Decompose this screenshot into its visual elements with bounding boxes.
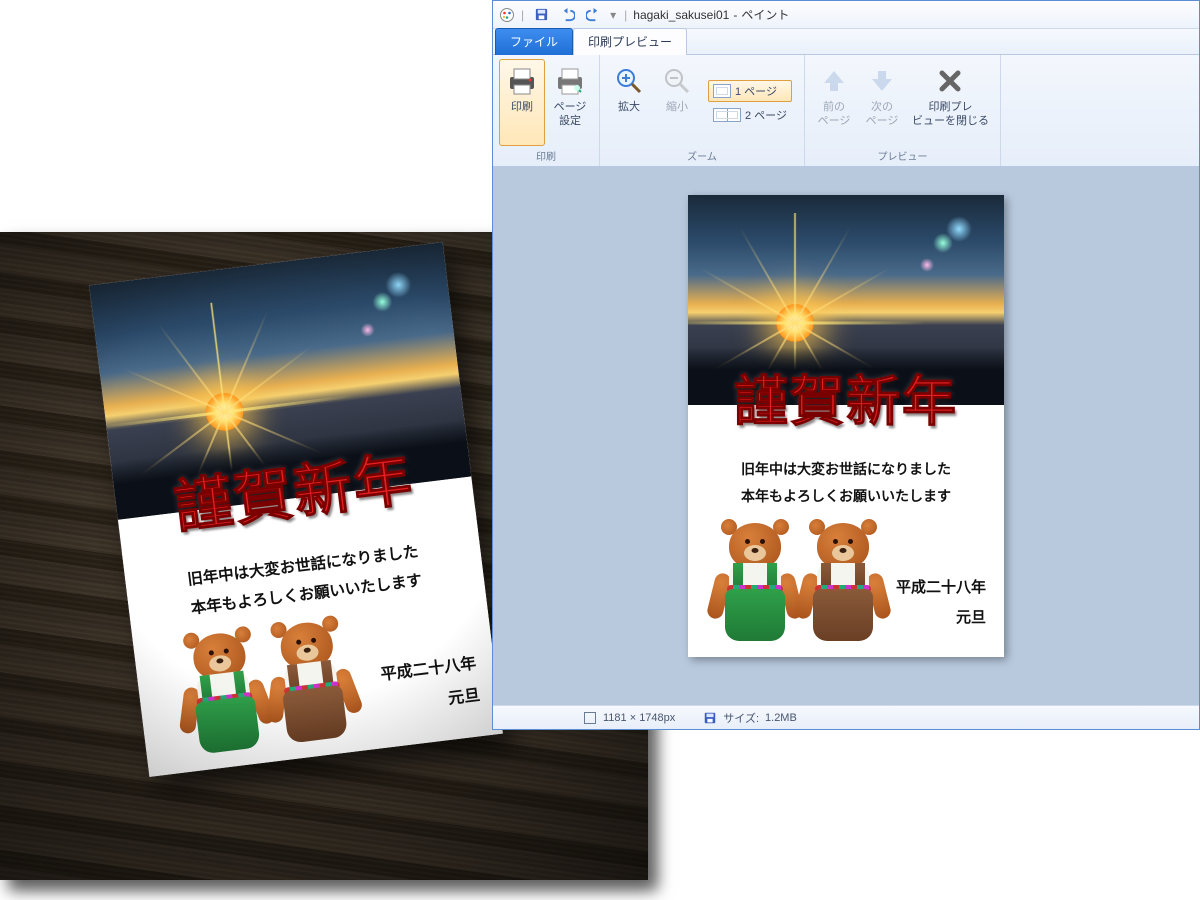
window-title-app: ペイント bbox=[741, 6, 789, 23]
zoom-in-button[interactable]: 拡大 bbox=[606, 59, 652, 146]
save-icon bbox=[534, 7, 549, 22]
close-preview-label-1: 印刷プレ bbox=[928, 101, 972, 115]
tab-file[interactable]: ファイル bbox=[495, 28, 573, 55]
undo-icon bbox=[560, 7, 575, 22]
next-page-label-1: 次の bbox=[871, 101, 893, 115]
close-preview-button[interactable]: 印刷プレ ビューを閉じる bbox=[907, 59, 994, 146]
printer-settings-icon bbox=[552, 63, 588, 99]
zoom-in-label: 拡大 bbox=[618, 101, 640, 115]
arrow-up-icon bbox=[816, 63, 852, 99]
title-bar: | ▾ | hagaki_sakusei01 - ペイント bbox=[493, 1, 1199, 29]
dimensions-icon bbox=[583, 711, 597, 725]
ribbon: 印刷 ページ 設定 印刷 拡大 bbox=[493, 55, 1199, 167]
one-page-icon bbox=[713, 84, 731, 98]
page-setup-label-2: 設定 bbox=[559, 115, 581, 129]
prev-page-label-2: ページ bbox=[818, 115, 851, 129]
qat-save-button[interactable] bbox=[530, 4, 552, 26]
one-page-option[interactable]: 1 ページ bbox=[708, 80, 792, 102]
ribbon-group-print-label: 印刷 bbox=[499, 146, 593, 166]
next-page-button[interactable]: 次の ページ bbox=[859, 59, 905, 146]
tab-print-preview[interactable]: 印刷プレビュー bbox=[573, 28, 687, 55]
status-bar: 1181 × 1748px サイズ: 1.2MB bbox=[493, 705, 1199, 729]
next-page-label-2: ページ bbox=[866, 115, 899, 129]
app-icon bbox=[499, 7, 515, 23]
window-title-sep: - bbox=[733, 8, 737, 22]
postcard-message: 旧年中は大変お世話になりました 本年もよろしくお願いいたします bbox=[688, 436, 1004, 523]
prev-page-label-1: 前の bbox=[823, 101, 845, 115]
zoom-out-button[interactable]: 縮小 bbox=[654, 59, 700, 146]
status-dimensions: 1181 × 1748px bbox=[583, 711, 675, 725]
postcard-headline: 謹賀新年 bbox=[688, 357, 1004, 436]
page-setup-button[interactable]: ページ 設定 bbox=[547, 59, 593, 146]
status-size-value: 1.2MB bbox=[765, 712, 797, 724]
separator: | bbox=[521, 8, 524, 22]
printer-icon bbox=[504, 63, 540, 99]
status-size-label: サイズ: bbox=[723, 710, 759, 726]
preview-page: 謹賀新年 旧年中は大変お世話になりました 本年もよろしくお願いいたします bbox=[688, 195, 1004, 657]
qat-more-icon[interactable]: ▾ bbox=[610, 8, 616, 22]
prev-page-button[interactable]: 前の ページ bbox=[811, 59, 857, 146]
print-button-label: 印刷 bbox=[511, 101, 533, 115]
ribbon-group-preview: 前の ページ 次の ページ 印刷プレ ビューを閉じる bbox=[805, 55, 1001, 166]
tab-strip: ファイル 印刷プレビュー bbox=[493, 29, 1199, 55]
ribbon-group-print: 印刷 ページ 設定 印刷 bbox=[493, 55, 600, 166]
postcard-body-line2: 本年もよろしくお願いいたします bbox=[702, 485, 990, 512]
qat-undo-button[interactable] bbox=[556, 4, 578, 26]
page-count-options: 1 ページ 2 ページ bbox=[702, 59, 798, 146]
zoom-out-icon bbox=[659, 63, 695, 99]
ribbon-group-zoom: 拡大 縮小 1 ページ 2 ページ bbox=[600, 55, 805, 166]
printed-postcard: 謹賀新年 旧年中は大変お世話になりました 本年もよろしくお願いいたします bbox=[89, 242, 503, 777]
separator: | bbox=[624, 8, 627, 22]
preview-canvas[interactable]: 謹賀新年 旧年中は大変お世話になりました 本年もよろしくお願いいたします bbox=[493, 167, 1199, 705]
qat-redo-button[interactable] bbox=[582, 4, 604, 26]
postcard-date: 平成二十八年 元旦 bbox=[379, 648, 487, 734]
postcard-date-year: 平成二十八年 bbox=[896, 573, 986, 603]
two-page-icon bbox=[713, 108, 741, 122]
postcard-body-line1: 旧年中は大変お世話になりました bbox=[702, 458, 990, 485]
status-filesize: サイズ: 1.2MB bbox=[703, 710, 797, 726]
postcard-bears-image bbox=[147, 614, 388, 761]
close-icon bbox=[932, 63, 968, 99]
postcard-bears-image bbox=[702, 523, 896, 643]
zoom-out-label: 縮小 bbox=[666, 101, 688, 115]
window-title-doc: hagaki_sakusei01 bbox=[633, 8, 729, 22]
redo-icon bbox=[586, 7, 601, 22]
close-preview-label-2: ビューを閉じる bbox=[912, 115, 989, 129]
postcard-date-day: 元旦 bbox=[896, 603, 986, 633]
two-page-option[interactable]: 2 ページ bbox=[708, 104, 792, 126]
status-dimensions-value: 1181 × 1748px bbox=[603, 712, 675, 724]
page-setup-label-1: ページ bbox=[554, 101, 587, 115]
print-button[interactable]: 印刷 bbox=[499, 59, 545, 146]
disk-icon bbox=[703, 711, 717, 725]
paint-window: | ▾ | hagaki_sakusei01 - ペイント ファイル 印刷プレビ… bbox=[492, 0, 1200, 730]
two-page-label: 2 ページ bbox=[745, 107, 787, 123]
ribbon-group-zoom-label: ズーム bbox=[606, 146, 798, 166]
arrow-down-icon bbox=[864, 63, 900, 99]
postcard-date: 平成二十八年 元旦 bbox=[896, 573, 990, 643]
ribbon-group-preview-label: プレビュー bbox=[811, 146, 994, 166]
zoom-in-icon bbox=[611, 63, 647, 99]
one-page-label: 1 ページ bbox=[735, 83, 777, 99]
